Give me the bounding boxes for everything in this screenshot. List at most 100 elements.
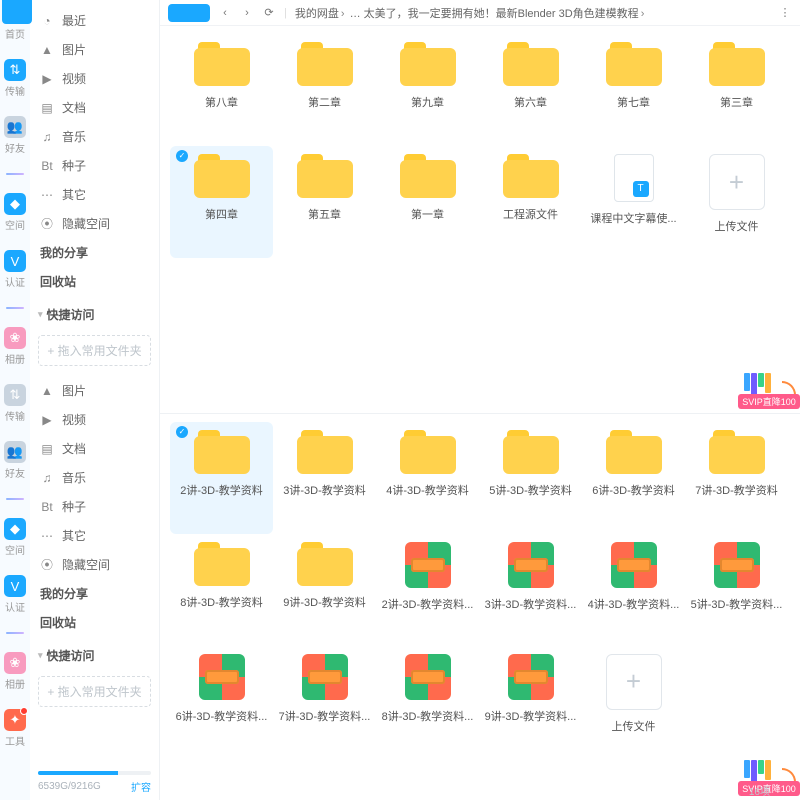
file-item[interactable]: ✓4讲-3D-教学资料... xyxy=(582,534,685,646)
file-item[interactable]: ✓第六章 xyxy=(479,34,582,146)
rail-home[interactable]: 首页 xyxy=(2,6,28,41)
file-item[interactable]: ✓4讲-3D-教学资料 xyxy=(376,422,479,534)
file-item[interactable]: ✓工程源文件 xyxy=(479,146,582,258)
folder-icon xyxy=(194,542,250,586)
file-item[interactable]: ✓7讲-3D-教学资料 xyxy=(685,422,788,534)
sidebar-item-最近[interactable]: ◔最近 xyxy=(38,6,151,35)
cat-icon: ⦿ xyxy=(40,215,54,232)
space2-icon: ◆ xyxy=(4,518,26,540)
file-label: 6讲-3D-教学资料... xyxy=(176,708,268,724)
sidebar-item-音乐[interactable]: ♫音乐 xyxy=(38,463,151,492)
rail-verify[interactable]: V认证 xyxy=(2,250,28,289)
breadcrumb[interactable]: 我的网盘› … 太美了，我一定要拥有她！最新Blender 3D角色建模教程› xyxy=(295,5,770,21)
file-item[interactable]: ✓课程中文字幕使... xyxy=(582,146,685,258)
file-pane-1: ✓2讲-3D-教学资料✓3讲-3D-教学资料✓4讲-3D-教学资料✓5讲-3D-… xyxy=(160,414,800,800)
cat-icon: ♫ xyxy=(40,130,54,144)
transfer-icon: ⇅ xyxy=(4,59,26,81)
rail-transfer2[interactable]: ⇅传输 xyxy=(2,384,28,423)
file-item[interactable]: ✓5讲-3D-教学资料... xyxy=(685,534,788,646)
cat-label: 最近 xyxy=(62,12,86,29)
file-item[interactable]: ✓第七章 xyxy=(582,34,685,146)
upload-icon: + xyxy=(606,654,662,710)
file-item[interactable]: ✓9讲-3D-教学资料 xyxy=(273,534,376,646)
file-item[interactable]: ✓9讲-3D-教学资料... xyxy=(479,646,582,758)
rail-sep xyxy=(6,307,24,309)
file-item[interactable]: ✓第八章 xyxy=(170,34,273,146)
rail-album2[interactable]: ❀相册 xyxy=(2,652,28,691)
folder-icon xyxy=(297,430,353,474)
quick-drop[interactable]: + 拖入常用文件夹 xyxy=(38,676,151,707)
file-item[interactable]: ✓7讲-3D-教学资料... xyxy=(273,646,376,758)
file-item[interactable]: ✓6讲-3D-教学资料... xyxy=(170,646,273,758)
sidebar-item-视频[interactable]: ▶视频 xyxy=(38,64,151,93)
sidebar-item-隐藏空间[interactable]: ⦿隐藏空间 xyxy=(38,550,151,579)
file-item[interactable]: ✓第三章 xyxy=(685,34,788,146)
sidebar-item-文档[interactable]: ▤文档 xyxy=(38,434,151,463)
file-item[interactable]: ✓+上传文件 xyxy=(685,146,788,258)
rail-space2[interactable]: ◆ 空间 xyxy=(2,518,28,557)
rail-verify2[interactable]: V认证 xyxy=(2,575,28,614)
cat-icon: Bt xyxy=(40,500,54,514)
sidebar-item-音乐[interactable]: ♫音乐 xyxy=(38,122,151,151)
sidebar-item-其它[interactable]: ⋯其它 xyxy=(38,180,151,209)
file-item[interactable]: ✓+上传文件 xyxy=(582,646,685,758)
file-item[interactable]: ✓2讲-3D-教学资料 xyxy=(170,422,273,534)
sidebar-item-种子[interactable]: Bt种子 xyxy=(38,151,151,180)
file-item[interactable]: ✓3讲-3D-教学资料 xyxy=(273,422,376,534)
friends2-icon: 👥 xyxy=(4,441,26,463)
cat-label: 其它 xyxy=(62,527,86,544)
sidebar-quick[interactable]: ▾快捷访问 xyxy=(38,296,151,329)
file-label: 5讲-3D-教学资料... xyxy=(691,596,783,612)
file-item[interactable]: ✓5讲-3D-教学资料 xyxy=(479,422,582,534)
nav-refresh[interactable]: ⟳ xyxy=(262,6,276,19)
quick-drop[interactable]: + 拖入常用文件夹 xyxy=(38,335,151,366)
sidebar-item-图片[interactable]: ▲图片 xyxy=(38,376,151,405)
rail-friends[interactable]: 👥好友 xyxy=(2,116,28,155)
more-icon[interactable]: ⋮ xyxy=(778,6,792,19)
rail-label: 工具 xyxy=(2,733,28,748)
rail-album[interactable]: ❀相册 xyxy=(2,327,28,366)
sidebar-recycle2[interactable]: 回收站 xyxy=(38,608,151,637)
zip-icon xyxy=(199,654,245,700)
sidebar-quick2[interactable]: ▾快捷访问 xyxy=(38,637,151,670)
cat-icon: ▤ xyxy=(40,101,54,115)
main-area: ‹ › ⟳ | 我的网盘› … 太美了，我一定要拥有她！最新Blender 3D… xyxy=(160,0,800,800)
expand-link[interactable]: 扩容 xyxy=(131,779,151,794)
file-label: 课程中文字幕使... xyxy=(588,210,680,226)
file-item[interactable]: ✓2讲-3D-教学资料... xyxy=(376,534,479,646)
rail-transfer[interactable]: ⇅传输 xyxy=(2,59,28,98)
sidebar-item-种子[interactable]: Bt种子 xyxy=(38,492,151,521)
sidebar-share[interactable]: 我的分享 xyxy=(38,238,151,267)
chevron-down-icon: ▾ xyxy=(38,309,43,320)
file-item[interactable]: ✓6讲-3D-教学资料 xyxy=(582,422,685,534)
file-item[interactable]: ✓8讲-3D-教学资料 xyxy=(170,534,273,646)
sidebar-item-图片[interactable]: ▲图片 xyxy=(38,35,151,64)
file-label: 工程源文件 xyxy=(485,206,577,222)
file-item[interactable]: ✓第九章 xyxy=(376,34,479,146)
album-icon: ❀ xyxy=(4,327,26,349)
file-item[interactable]: ✓3讲-3D-教学资料... xyxy=(479,534,582,646)
rail-friends2[interactable]: 👥好友 xyxy=(2,441,28,480)
rail-tools[interactable]: ✦工具 xyxy=(2,709,28,748)
sidebar-recycle[interactable]: 回收站 xyxy=(38,267,151,296)
file-item[interactable]: ✓第二章 xyxy=(273,34,376,146)
sidebar-item-其它[interactable]: ⋯其它 xyxy=(38,521,151,550)
rail-space[interactable]: ◆空间 xyxy=(2,193,28,232)
file-item[interactable]: ✓8讲-3D-教学资料... xyxy=(376,646,479,758)
nav-fwd[interactable]: › xyxy=(240,7,254,19)
svip-badge[interactable]: SVIP直降100 xyxy=(738,367,800,409)
file-item[interactable]: ✓第一章 xyxy=(376,146,479,258)
sidebar-share2[interactable]: 我的分享 xyxy=(38,579,151,608)
nav-back[interactable]: ‹ xyxy=(218,7,232,19)
file-item[interactable]: ✓第五章 xyxy=(273,146,376,258)
sidebar-item-文档[interactable]: ▤文档 xyxy=(38,93,151,122)
rail-label: 传输 xyxy=(2,408,28,423)
active-tab[interactable] xyxy=(168,4,210,22)
sidebar-item-视频[interactable]: ▶视频 xyxy=(38,405,151,434)
file-item[interactable]: ✓第四章 xyxy=(170,146,273,258)
cat-icon: ▶ xyxy=(40,72,54,86)
sidebar-item-隐藏空间[interactable]: ⦿隐藏空间 xyxy=(38,209,151,238)
cat-label: 种子 xyxy=(62,157,86,174)
folder-icon xyxy=(194,42,250,86)
rail-label: 空间 xyxy=(2,542,28,557)
